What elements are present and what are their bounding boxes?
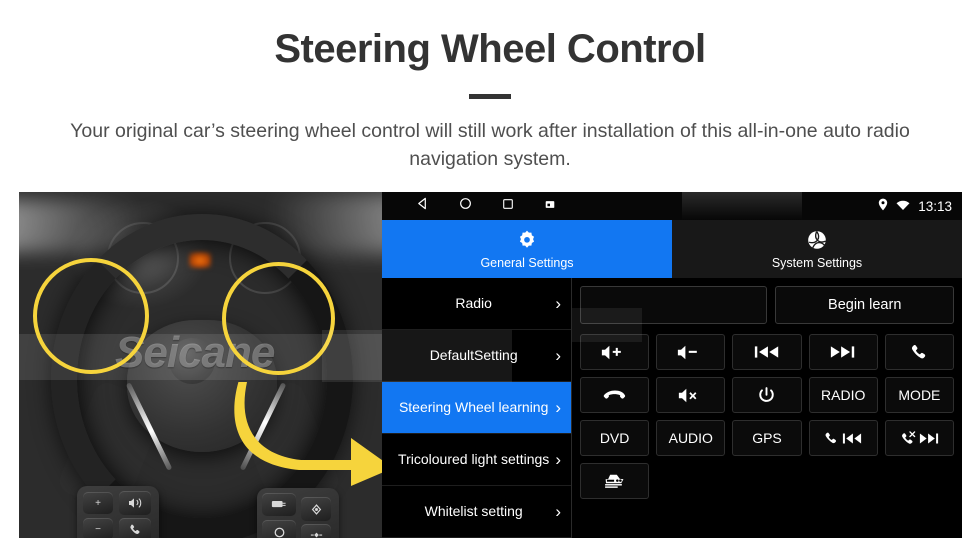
source-icon bbox=[271, 500, 286, 508]
phone-hangup-icon bbox=[602, 388, 628, 402]
system-swirl-icon bbox=[806, 229, 828, 254]
phone-answer-icon bbox=[910, 343, 929, 362]
status-bar-watermark bbox=[682, 192, 802, 220]
swc-cluster-right bbox=[257, 488, 339, 538]
swc-source-button bbox=[262, 493, 296, 516]
phone-hangup-button[interactable] bbox=[580, 377, 650, 413]
previous-track-icon bbox=[753, 344, 781, 360]
head-unit-screen: 13:13 General Settings System Settings R… bbox=[322, 192, 962, 538]
menu-item-defaultsetting-label: DefaultSetting bbox=[429, 347, 518, 364]
mute-button[interactable] bbox=[656, 377, 726, 413]
chevron-right-icon: › bbox=[555, 449, 561, 469]
swc-cluster-left: + − bbox=[77, 486, 159, 538]
tab-general-settings-label: General Settings bbox=[480, 255, 574, 270]
next-track-icon bbox=[829, 344, 857, 360]
learning-controls-row: Begin learn bbox=[580, 286, 954, 324]
swc-function-grid: RADIO MODE DVD AUDIO GPS bbox=[580, 334, 954, 499]
phone-answer-button[interactable] bbox=[884, 334, 954, 370]
phone-previous-icon bbox=[824, 431, 862, 446]
down-icon bbox=[310, 532, 322, 538]
phone-decline-next-button[interactable] bbox=[884, 420, 954, 456]
gps-button[interactable]: GPS bbox=[732, 420, 802, 456]
phone-previous-button[interactable] bbox=[808, 420, 878, 456]
menu-item-tricoloured-light-settings-label: Tricoloured light settings bbox=[398, 451, 550, 468]
swc-circle-button bbox=[262, 520, 296, 538]
mute-icon bbox=[677, 387, 705, 404]
swc-voice-button bbox=[119, 491, 151, 515]
tab-general-settings[interactable]: General Settings bbox=[382, 220, 672, 278]
menu-item-radio[interactable]: Radio › bbox=[382, 278, 571, 330]
menu-item-whitelist-setting[interactable]: Whitelist setting › bbox=[382, 486, 571, 538]
wifi-icon bbox=[896, 199, 910, 214]
swc-phone-button bbox=[119, 518, 151, 538]
voice-icon bbox=[129, 498, 142, 508]
chevron-right-icon: › bbox=[555, 501, 561, 521]
dvd-button[interactable]: DVD bbox=[580, 420, 650, 456]
highlight-circle-left-controls bbox=[33, 258, 149, 374]
menu-item-whitelist-setting-label: Whitelist setting bbox=[424, 503, 523, 520]
volume-up-icon bbox=[600, 344, 630, 361]
settings-body: Radio › DefaultSetting › Steering Wheel … bbox=[322, 278, 962, 538]
menu-item-steering-wheel-learning-label: Steering Wheel learning bbox=[398, 399, 549, 416]
page-title: Steering Wheel Control bbox=[274, 27, 706, 71]
menu-item-steering-wheel-learning[interactable]: Steering Wheel learning › bbox=[382, 382, 571, 434]
phone-decline-next-icon bbox=[900, 430, 939, 446]
menu-item-tricoloured-light-settings[interactable]: Tricoloured light settings › bbox=[382, 434, 571, 486]
swc-volume-up-button: + bbox=[83, 492, 113, 514]
status-time: 13:13 bbox=[918, 198, 952, 214]
menu-item-radio-label: Radio bbox=[455, 295, 492, 312]
navigation-buttons bbox=[416, 197, 556, 215]
next-track-button[interactable] bbox=[808, 334, 878, 370]
settings-menu-list: Radio › DefaultSetting › Steering Wheel … bbox=[322, 278, 572, 538]
steering-wheel-photo: + − Seicane bbox=[19, 192, 382, 538]
swc-down-button bbox=[301, 524, 331, 538]
volume-down-icon bbox=[676, 344, 706, 361]
phone-icon bbox=[129, 524, 140, 535]
title-divider bbox=[469, 94, 511, 99]
previous-track-button[interactable] bbox=[732, 334, 802, 370]
tab-system-settings[interactable]: System Settings bbox=[672, 220, 962, 278]
diamond-icon bbox=[311, 503, 321, 515]
power-icon bbox=[757, 386, 776, 405]
audio-button[interactable]: AUDIO bbox=[656, 420, 726, 456]
page-subtitle: Your original car’s steering wheel contr… bbox=[70, 120, 910, 171]
pointer-arrow bbox=[229, 380, 382, 492]
power-button[interactable] bbox=[732, 377, 802, 413]
page-header: Steering Wheel Control Your original car… bbox=[0, 0, 980, 174]
screenshot-icon[interactable] bbox=[544, 197, 556, 215]
begin-learn-button[interactable]: Begin learn bbox=[775, 286, 954, 324]
recents-icon[interactable] bbox=[502, 197, 514, 215]
curved-arrow-icon bbox=[234, 380, 382, 486]
car-view-icon bbox=[603, 472, 627, 490]
tab-system-settings-label: System Settings bbox=[771, 255, 863, 270]
learn-key-field[interactable] bbox=[580, 286, 768, 324]
highlight-circle-right-controls bbox=[222, 262, 335, 375]
chevron-right-icon: › bbox=[555, 345, 561, 365]
gear-icon bbox=[516, 229, 538, 254]
product-screenshot-strip: + − Seicane 13:13 General Settings Syste… bbox=[19, 192, 962, 538]
chevron-right-icon: › bbox=[555, 397, 561, 417]
android-status-bar: 13:13 bbox=[382, 192, 962, 220]
circle-icon bbox=[274, 527, 284, 538]
volume-down-button[interactable] bbox=[656, 334, 726, 370]
mode-button[interactable]: MODE bbox=[884, 377, 954, 413]
back-icon[interactable] bbox=[416, 197, 429, 215]
steering-wheel-learning-panel: Begin learn RADIO MODE DVD AUDIO GPS bbox=[572, 278, 962, 538]
swc-diamond-button bbox=[301, 497, 331, 521]
volume-up-button[interactable] bbox=[580, 334, 650, 370]
settings-tabs: General Settings System Settings bbox=[382, 220, 962, 278]
chevron-right-icon: › bbox=[555, 293, 561, 313]
location-pin-icon bbox=[878, 198, 888, 214]
home-icon[interactable] bbox=[459, 197, 472, 215]
swc-volume-down-button: − bbox=[83, 518, 113, 538]
status-indicators: 13:13 bbox=[878, 198, 952, 214]
menu-item-defaultsetting[interactable]: DefaultSetting › bbox=[322, 330, 571, 382]
radio-button[interactable]: RADIO bbox=[808, 377, 878, 413]
car-view-button[interactable] bbox=[580, 463, 650, 499]
